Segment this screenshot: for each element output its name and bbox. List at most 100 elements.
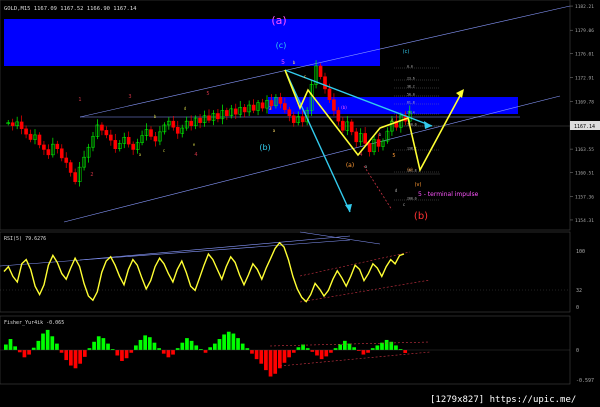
- candle-body: [59, 148, 64, 159]
- candle-body: [42, 144, 46, 150]
- price-tick-label: 1163.55: [575, 147, 594, 153]
- terminal-impulse-annotation: 5 - terminal impulse: [418, 191, 479, 198]
- fisher-bar: [403, 350, 408, 353]
- fisher-bar: [87, 348, 92, 350]
- fisher-bar: [259, 350, 264, 364]
- fisher-bar: [287, 350, 291, 358]
- fisher-bar: [366, 350, 370, 353]
- fisher-bar: [212, 343, 217, 350]
- fisher-bar: [208, 347, 213, 350]
- fisher-bar: [310, 350, 315, 352]
- candle-body: [363, 133, 367, 144]
- fisher-bar: [120, 350, 124, 361]
- fisher-bar: [333, 348, 338, 350]
- fisher-bar: [82, 350, 87, 357]
- fisher-bar: [370, 348, 375, 350]
- fisher-bar: [296, 347, 301, 350]
- fisher-bar: [59, 350, 64, 353]
- price-tick-label: 1154.31: [575, 218, 594, 224]
- fisher-bar: [282, 350, 287, 363]
- rsi-tick-top: 100: [576, 249, 585, 255]
- candle-body: [171, 120, 176, 128]
- fisher-bar: [380, 342, 384, 350]
- fisher-bar: [305, 348, 310, 350]
- fisher-bar: [152, 342, 157, 350]
- candle-body: [64, 157, 69, 163]
- fisher-bar: [157, 348, 161, 350]
- fisher-bar: [96, 336, 101, 350]
- fisher-bar: [4, 344, 8, 350]
- fisher-bar: [394, 345, 398, 350]
- candle-body: [283, 103, 287, 110]
- candle-body: [131, 143, 135, 150]
- wave-label: 2: [90, 172, 93, 178]
- candle-body: [327, 88, 332, 100]
- fisher-bar: [55, 343, 59, 350]
- fisher-bar: [226, 331, 231, 350]
- candle-body: [149, 129, 153, 137]
- candle-body: [367, 143, 372, 153]
- fisher-bar: [31, 347, 36, 350]
- candle-body: [354, 131, 359, 143]
- candle-body: [287, 109, 292, 117]
- price-tick-label: 1169.78: [575, 99, 594, 105]
- candle-body: [189, 120, 193, 126]
- candle-body: [28, 133, 33, 140]
- candle-body: [323, 76, 327, 90]
- wave-label: c: [163, 148, 165, 153]
- fisher-bar: [245, 348, 250, 350]
- wave-label: 5: [392, 153, 395, 159]
- fisher-bar: [17, 350, 22, 353]
- fisher-pane[interactable]: Fisher_Yur4ik -0.065 0 -0.597: [0, 315, 594, 385]
- wave-label: c: [304, 74, 306, 79]
- wave-label: 5: [281, 59, 285, 66]
- fib-level-label: 38.2: [407, 84, 415, 88]
- candle-body: [233, 108, 238, 115]
- fisher-bar: [129, 350, 134, 353]
- fisher-bar: [69, 350, 73, 366]
- price-tick-label: 1182.21: [575, 4, 594, 10]
- fisher-bar: [319, 350, 324, 360]
- fisher-bar: [231, 333, 236, 350]
- candle-body: [109, 134, 113, 141]
- candle-body: [242, 107, 247, 113]
- fisher-header: Fisher_Yur4ik -0.065: [4, 320, 64, 326]
- fisher-bar: [240, 343, 245, 350]
- wave-label: 4: [194, 152, 197, 158]
- wave-label: (b): [259, 143, 270, 152]
- blue-zone-upper: [4, 19, 380, 66]
- candle-body: [318, 65, 323, 77]
- fisher-bar: [338, 344, 343, 350]
- candle-body: [278, 97, 283, 104]
- fisher-bar: [264, 350, 268, 371]
- fisher-bar: [384, 339, 389, 350]
- fisher-bar: [41, 333, 45, 350]
- wave-label: 4: [391, 118, 394, 123]
- symbol-header: GOLD,M15 1167.09 1167.52 1166.90 1167.14: [4, 6, 137, 12]
- fisher-bar: [22, 350, 27, 358]
- candle-body: [19, 121, 24, 130]
- candle-body: [251, 104, 256, 111]
- fisher-bar: [315, 350, 319, 356]
- fisher-bar: [8, 339, 13, 350]
- rsi-pane[interactable]: RSI(5) 79.6276 100 32 0: [0, 231, 585, 313]
- fisher-bar: [27, 350, 31, 355]
- candle-body: [332, 99, 336, 111]
- fisher-bar: [143, 335, 148, 350]
- fisher-bar: [291, 350, 296, 353]
- fisher-tick-bottom: -0.597: [576, 378, 594, 384]
- rsi-header: RSI(5) 79.6276: [4, 236, 46, 242]
- fisher-bar: [361, 350, 366, 355]
- candle-body: [100, 124, 104, 131]
- rsi-tick-bottom: 0: [576, 305, 579, 311]
- rsi-tick-mid: 32: [576, 288, 582, 294]
- fisher-bar: [166, 350, 171, 358]
- fisher-bar: [124, 350, 129, 359]
- wave-label: 3: [128, 94, 131, 100]
- price-pane[interactable]: GOLD,M15 1167.09 1167.52 1166.90 1167.14…: [0, 0, 600, 231]
- candle-body: [46, 149, 51, 156]
- candle-body: [153, 136, 158, 142]
- trading-chart-window[interactable]: GOLD,M15 1167.09 1167.52 1166.90 1167.14…: [0, 0, 600, 407]
- wave-label: (a): [346, 162, 354, 169]
- candle-body: [300, 116, 305, 123]
